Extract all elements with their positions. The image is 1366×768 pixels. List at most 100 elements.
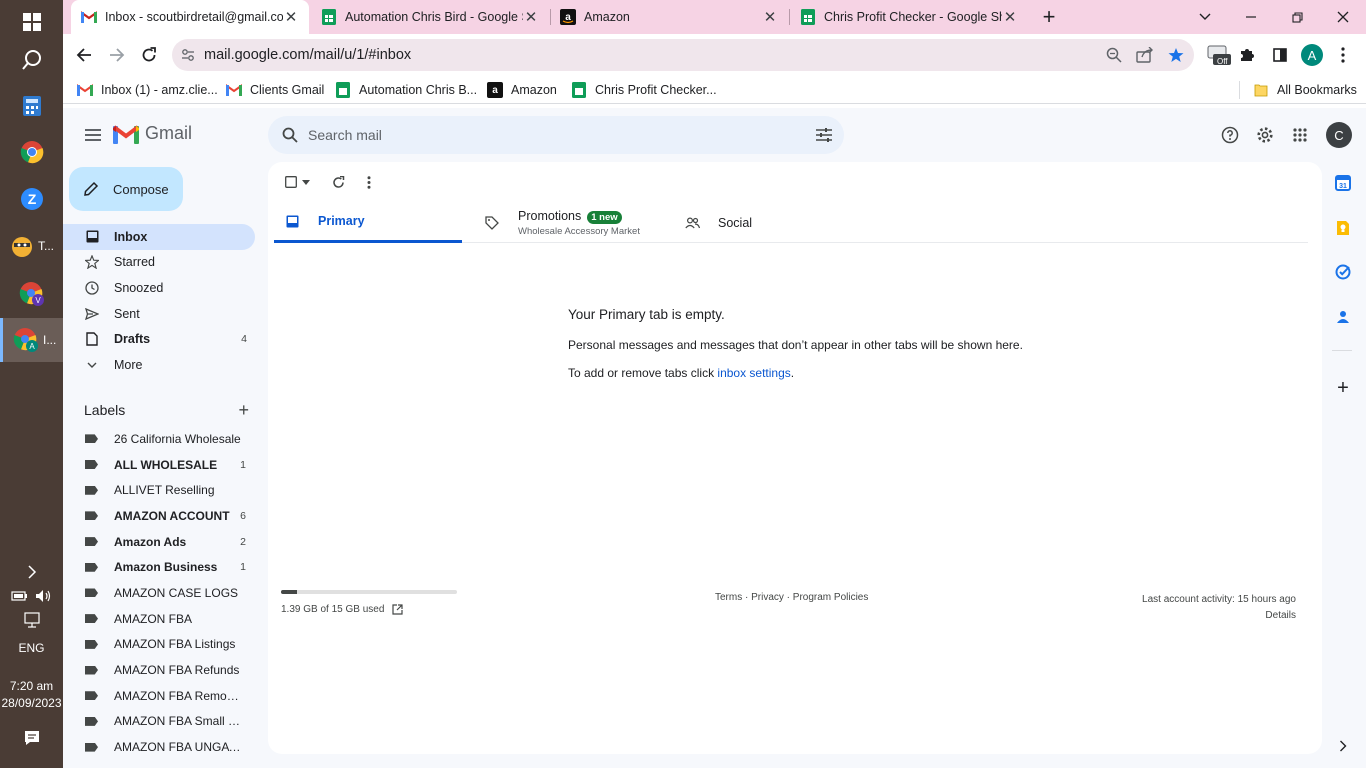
site-info-icon[interactable] (172, 48, 204, 62)
label-item[interactable]: ALLIVET Reselling (63, 477, 268, 503)
footer-links[interactable]: Terms · Privacy · Program Policies (715, 592, 868, 603)
clock-time[interactable]: 7:20 am (0, 679, 63, 693)
back-button[interactable] (68, 39, 100, 71)
account-avatar[interactable]: C (1326, 122, 1352, 148)
search-bar[interactable] (268, 116, 844, 154)
close-icon[interactable]: ✕ (283, 8, 299, 26)
taskbar-zoom[interactable]: Z (0, 177, 63, 221)
tab-title: Amazon (584, 10, 630, 24)
label-item[interactable]: 26 California Wholesale (63, 426, 268, 452)
bookmark-clients-gmail[interactable]: Clients Gmail (226, 80, 324, 100)
label-name: AMAZON FBA Listings (114, 637, 236, 652)
compose-button[interactable]: Compose (69, 167, 183, 211)
label-item[interactable]: AMAZON ACCOUNT 6 (63, 503, 268, 529)
label-item[interactable]: AMAZON FBA Small & Light (63, 709, 268, 735)
support-button[interactable] (1216, 121, 1244, 149)
restore-button[interactable] (1274, 0, 1320, 34)
label-icon (85, 562, 98, 572)
tab-promotions[interactable]: Promotions 1 new Wholesale Accessory Mark… (474, 202, 674, 243)
main-menu-button[interactable] (79, 121, 107, 149)
calendar-app-button[interactable]: 31 (1335, 175, 1351, 191)
minimize-button[interactable] (1228, 0, 1274, 34)
search-options-icon[interactable] (804, 128, 844, 142)
nav-more[interactable]: More (63, 352, 255, 378)
label-item[interactable]: Amazon Business 1 (63, 554, 268, 580)
taskbar-chrome[interactable] (0, 130, 63, 174)
mailbox-nav: Inbox Starred Snoozed Sent Drafts 4 More (63, 224, 268, 378)
get-addons-button[interactable]: + (1335, 377, 1351, 399)
browser-tab-automation[interactable]: Automation Chris Bird - Google Sheets ✕ (311, 0, 549, 34)
label-item[interactable]: AMAZON FBA (63, 606, 268, 632)
nav-inbox[interactable]: Inbox (63, 224, 255, 250)
clock-date[interactable]: 28/09/2023 (0, 696, 63, 710)
settings-button[interactable] (1251, 121, 1279, 149)
taskbar-search-button[interactable] (0, 38, 63, 82)
search-icon[interactable] (272, 127, 308, 143)
close-icon[interactable]: ✕ (523, 8, 539, 26)
create-label-button[interactable]: + (238, 400, 249, 421)
tab-search-button[interactable] (1182, 0, 1228, 34)
inbox-settings-link[interactable]: inbox settings (717, 366, 790, 380)
share-icon[interactable] (1136, 47, 1154, 63)
label-item[interactable]: AMAZON FBA UNGATING (63, 734, 268, 760)
reload-button[interactable] (133, 39, 165, 71)
side-panel-divider (1332, 350, 1352, 351)
close-icon[interactable]: ✕ (1002, 8, 1018, 26)
new-tab-button[interactable]: + (1026, 0, 1072, 34)
chrome-menu-button[interactable] (1327, 39, 1359, 71)
label-item[interactable]: AMAZON CASE LOGS (63, 580, 268, 606)
close-icon[interactable]: ✕ (762, 8, 778, 26)
tab-social[interactable]: Social (674, 202, 854, 243)
nav-snoozed[interactable]: Snoozed (63, 275, 255, 301)
nav-drafts[interactable]: Drafts 4 (63, 326, 255, 352)
taskbar-chrome-profile-v[interactable]: V (0, 272, 63, 316)
bookmark-inbox[interactable]: Inbox (1) - amz.clie... (77, 80, 218, 100)
taskbar-app-t[interactable]: T... (0, 224, 63, 268)
google-apps-button[interactable] (1286, 121, 1314, 149)
input-language[interactable]: ENG (0, 641, 63, 655)
action-center-button[interactable] (0, 716, 63, 760)
bookmark-profit-checker[interactable]: Chris Profit Checker... (571, 80, 717, 100)
tasks-app-button[interactable] (1335, 264, 1351, 280)
extensions-button[interactable] (1231, 39, 1263, 71)
contacts-app-button[interactable] (1335, 309, 1351, 325)
activity-text: Last account activity: 15 hours ago (1142, 594, 1296, 605)
nav-starred[interactable]: Starred (63, 250, 255, 276)
nav-sent[interactable]: Sent (63, 301, 255, 327)
browser-tab-inbox[interactable]: Inbox - scoutbirdretail@gmail.com ✕ (71, 0, 309, 34)
label-item[interactable]: AMAZON FBA Listings (63, 632, 268, 658)
open-external-icon[interactable] (392, 604, 404, 615)
side-panel-button[interactable] (1264, 39, 1296, 71)
label-item[interactable]: Amazon Ads 2 (63, 529, 268, 555)
plus-icon: + (238, 399, 249, 420)
forward-button[interactable] (101, 39, 133, 71)
label-item[interactable]: AMAZON FBA Refunds (63, 657, 268, 683)
close-window-button[interactable] (1320, 0, 1366, 34)
expand-side-panel-button[interactable] (1335, 738, 1351, 754)
browser-tab-amazon[interactable]: a Amazon ✕ (550, 0, 788, 34)
all-bookmarks-button[interactable]: All Bookmarks (1253, 80, 1357, 100)
taskbar-calculator[interactable] (0, 84, 63, 128)
label-item[interactable]: ALL WHOLESALE 1 (63, 452, 268, 478)
taskbar-app-label: T... (38, 239, 55, 253)
search-input[interactable] (308, 127, 804, 143)
address-bar[interactable]: mail.google.com/mail/u/1/#inbox (172, 39, 1194, 71)
refresh-button[interactable] (326, 170, 350, 194)
tab-primary[interactable]: Primary (274, 202, 462, 243)
taskbar-chrome-profile-a[interactable]: A I... (0, 318, 63, 362)
details-link[interactable]: Details (1142, 608, 1296, 624)
profile-button[interactable]: A (1296, 39, 1328, 71)
empty-title: Your Primary tab is empty. (568, 307, 725, 322)
url-text[interactable]: mail.google.com/mail/u/1/#inbox (204, 47, 1106, 63)
browser-tab-profit-checker[interactable]: Chris Profit Checker - Google Sheets ✕ (790, 0, 1028, 34)
tray-network[interactable] (0, 598, 63, 642)
select-checkbox[interactable] (282, 170, 312, 194)
keep-app-button[interactable] (1335, 220, 1351, 236)
zoom-icon[interactable] (1106, 47, 1122, 63)
bookmark-automation[interactable]: Automation Chris B... (335, 80, 477, 100)
label-item[interactable]: AMAZON FBA Removals (63, 683, 268, 709)
bookmark-amazon[interactable]: a Amazon (487, 80, 557, 100)
more-options-button[interactable] (358, 170, 380, 194)
gmail-logo[interactable]: Gmail (113, 123, 192, 144)
bookmark-star-icon[interactable] (1168, 47, 1184, 63)
